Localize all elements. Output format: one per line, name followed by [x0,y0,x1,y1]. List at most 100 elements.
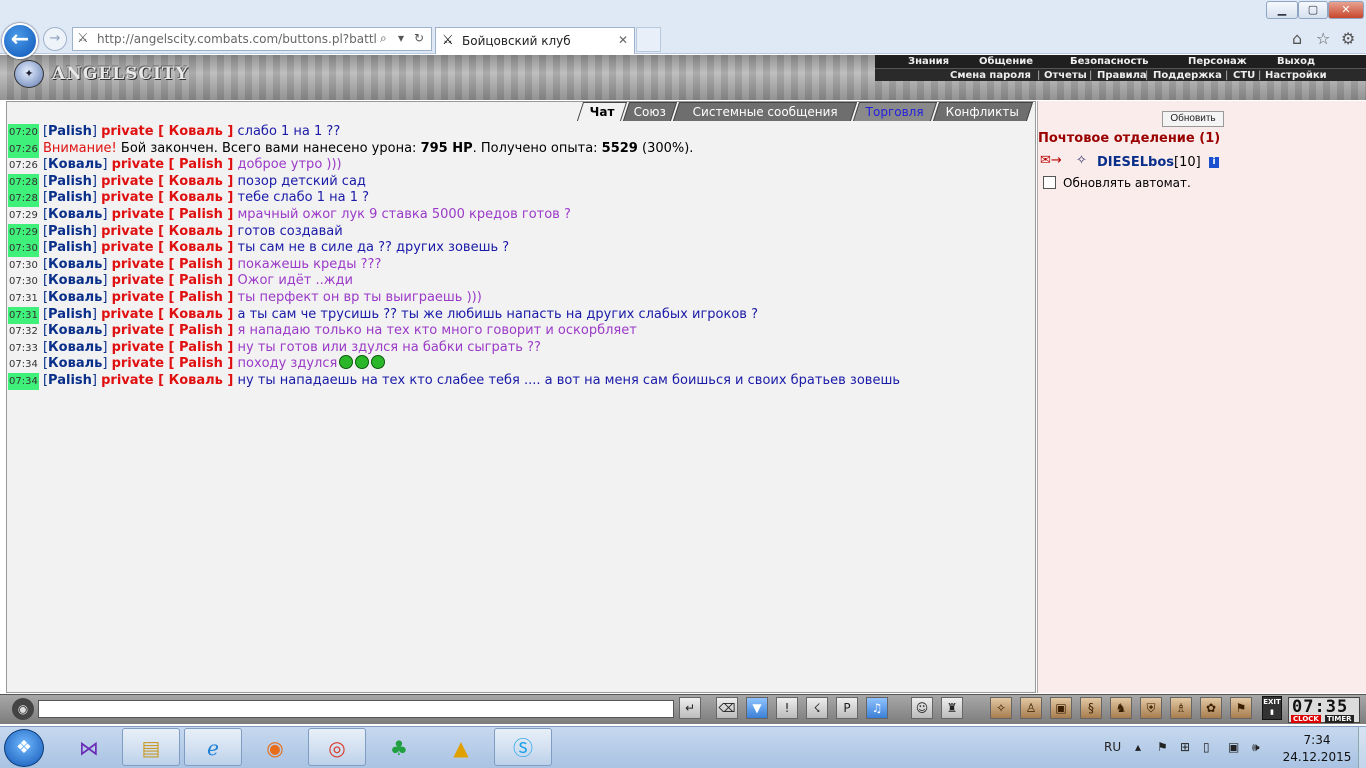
submenu-ctu[interactable]: CTU [1233,69,1255,82]
smiley-icon[interactable]: ☺ [911,697,933,719]
sender-nick[interactable]: Коваль [48,340,102,355]
menu-item-knowledge[interactable]: Знания [908,55,949,68]
post-user-name[interactable]: DIESELbos [1097,155,1174,170]
message-time[interactable]: 07:29 [8,207,39,224]
music-icon[interactable]: ♫ [866,697,888,719]
menu-item-character[interactable]: Персонаж [1188,55,1247,68]
filter-icon[interactable]: ▼ [746,697,768,719]
armor-icon[interactable]: ♞ [1110,697,1132,719]
search-icon[interactable]: ⌕ [380,31,387,46]
recipient-nick[interactable]: Коваль [169,190,223,205]
private-tag[interactable]: private [ Коваль ] [101,373,233,388]
private-tag[interactable]: private [ Palish ] [112,340,234,355]
friends-icon[interactable]: ♗ [1170,697,1192,719]
taskbar-app-ie[interactable]: ℯ [184,728,242,766]
taskbar-app-visual-studio[interactable]: ⋈ [60,728,118,766]
sender-nick[interactable]: Palish [48,240,92,255]
private-tag[interactable]: private [ Коваль ] [101,240,233,255]
private-tag[interactable]: private [ Palish ] [112,257,234,272]
helmet-icon[interactable]: ♜ [941,697,963,719]
message-time[interactable]: 07:32 [8,323,39,340]
sender-nick[interactable]: Palish [48,174,92,189]
sender-nick[interactable]: Palish [48,224,92,239]
private-tag[interactable]: private [ Коваль ] [101,124,233,139]
sender-nick[interactable]: Коваль [48,356,102,371]
sender-nick[interactable]: Palish [48,190,92,205]
back-button[interactable]: ← [2,23,38,59]
recipient-nick[interactable]: Коваль [169,240,223,255]
recipient-nick[interactable]: Palish [179,157,223,172]
chest-icon[interactable]: ▣ [1050,697,1072,719]
system-clock[interactable]: 7:34 24.12.2015 [1280,732,1354,766]
sender-nick[interactable]: Palish [48,307,92,322]
tab-chat[interactable]: Чат [576,102,628,121]
private-tag[interactable]: private [ Коваль ] [101,190,233,205]
favorites-star-icon[interactable]: ☆ [1316,29,1330,48]
submenu-support[interactable]: Поддержка [1153,69,1222,82]
language-indicator[interactable]: RU [1104,740,1121,754]
recipient-nick[interactable]: Palish [179,273,223,288]
group-icon[interactable]: ✿ [1200,697,1222,719]
network-icon[interactable]: ▣ [1228,740,1239,754]
private-tag[interactable]: private [ Коваль ] [101,307,233,322]
speaker-icon[interactable]: ◉ [12,698,34,720]
bag-icon[interactable]: ♙ [1020,697,1042,719]
shield-icon[interactable]: ⛨ [1140,697,1162,719]
recipient-nick[interactable]: Palish [179,323,223,338]
refresh-icon[interactable]: ↻ [414,31,424,45]
tab-union[interactable]: Союз [622,102,678,121]
menu-item-security[interactable]: Безопасность [1070,55,1149,68]
submenu-reports[interactable]: Отчеты [1044,69,1087,82]
device-tray-icon[interactable]: ▯ [1203,740,1210,754]
sender-nick[interactable]: Коваль [48,157,102,172]
taskbar-app-aimp[interactable]: ▲ [432,728,490,766]
sender-nick[interactable]: Коваль [48,323,102,338]
flag-icon[interactable]: ⚑ [1230,697,1252,719]
recipient-nick[interactable]: Коваль [169,373,223,388]
recipient-nick[interactable]: Palish [179,340,223,355]
recipient-nick[interactable]: Коваль [169,224,223,239]
sender-nick[interactable]: Коваль [48,273,102,288]
sender-nick[interactable]: Palish [48,124,92,139]
auto-refresh-checkbox[interactable] [1043,176,1056,189]
private-tag[interactable]: private [ Palish ] [112,323,234,338]
message-time[interactable]: 07:20 [8,124,39,141]
info-icon[interactable]: i [1209,157,1219,168]
browser-tab[interactable]: ⚔ Бойцовский клуб ✕ [435,27,635,54]
submenu-settings[interactable]: Настройки [1265,69,1327,82]
new-tab-button[interactable] [636,27,661,52]
scroll-icon[interactable]: § [1080,697,1102,719]
private-tag[interactable]: private [ Palish ] [112,157,234,172]
settings-gear-icon[interactable]: ⚙ [1341,29,1355,48]
volume-icon[interactable]: 🕪 [1252,740,1260,755]
fighter-icon[interactable]: ☇ [806,697,828,719]
message-time[interactable]: 07:30 [8,240,39,257]
minimize-button[interactable]: ▁ [1266,1,1298,19]
menu-item-communication[interactable]: Общение [979,55,1033,68]
show-desktop-button[interactable] [1358,727,1366,768]
submenu-change-password[interactable]: Смена пароля [950,69,1031,82]
message-time[interactable]: 07:28 [8,190,39,207]
taskbar-app-firefox[interactable]: ◉ [246,728,304,766]
private-tag[interactable]: private [ Palish ] [112,207,234,222]
close-button[interactable]: ✕ [1328,1,1364,19]
exit-button[interactable]: EXIT ▮ [1262,696,1282,720]
recipient-nick[interactable]: Коваль [169,124,223,139]
message-time[interactable]: 07:34 [8,356,39,373]
taskbar-app-clover[interactable]: ♣ [370,728,428,766]
forward-button[interactable]: → [43,27,67,51]
address-url[interactable]: http://angelscity.combats.com/buttons.pl… [97,32,377,46]
maximize-button[interactable]: ▢ [1298,1,1328,19]
notice-icon[interactable]: ! [776,697,798,719]
menu-item-exit[interactable]: Выход [1277,55,1315,68]
sender-nick[interactable]: Коваль [48,207,102,222]
start-button[interactable]: ❖ [4,729,44,767]
recipient-nick[interactable]: Коваль [169,174,223,189]
mail-arrow-icon[interactable]: ✉→ [1040,153,1062,168]
send-icon[interactable]: ↵ [679,697,701,719]
magic-icon[interactable]: ✧ [990,697,1012,719]
private-tag[interactable]: private [ Коваль ] [101,174,233,189]
sender-nick[interactable]: Palish [48,373,92,388]
home-icon[interactable]: ⌂ [1292,29,1302,48]
private-toggle-icon[interactable]: P [836,697,858,719]
